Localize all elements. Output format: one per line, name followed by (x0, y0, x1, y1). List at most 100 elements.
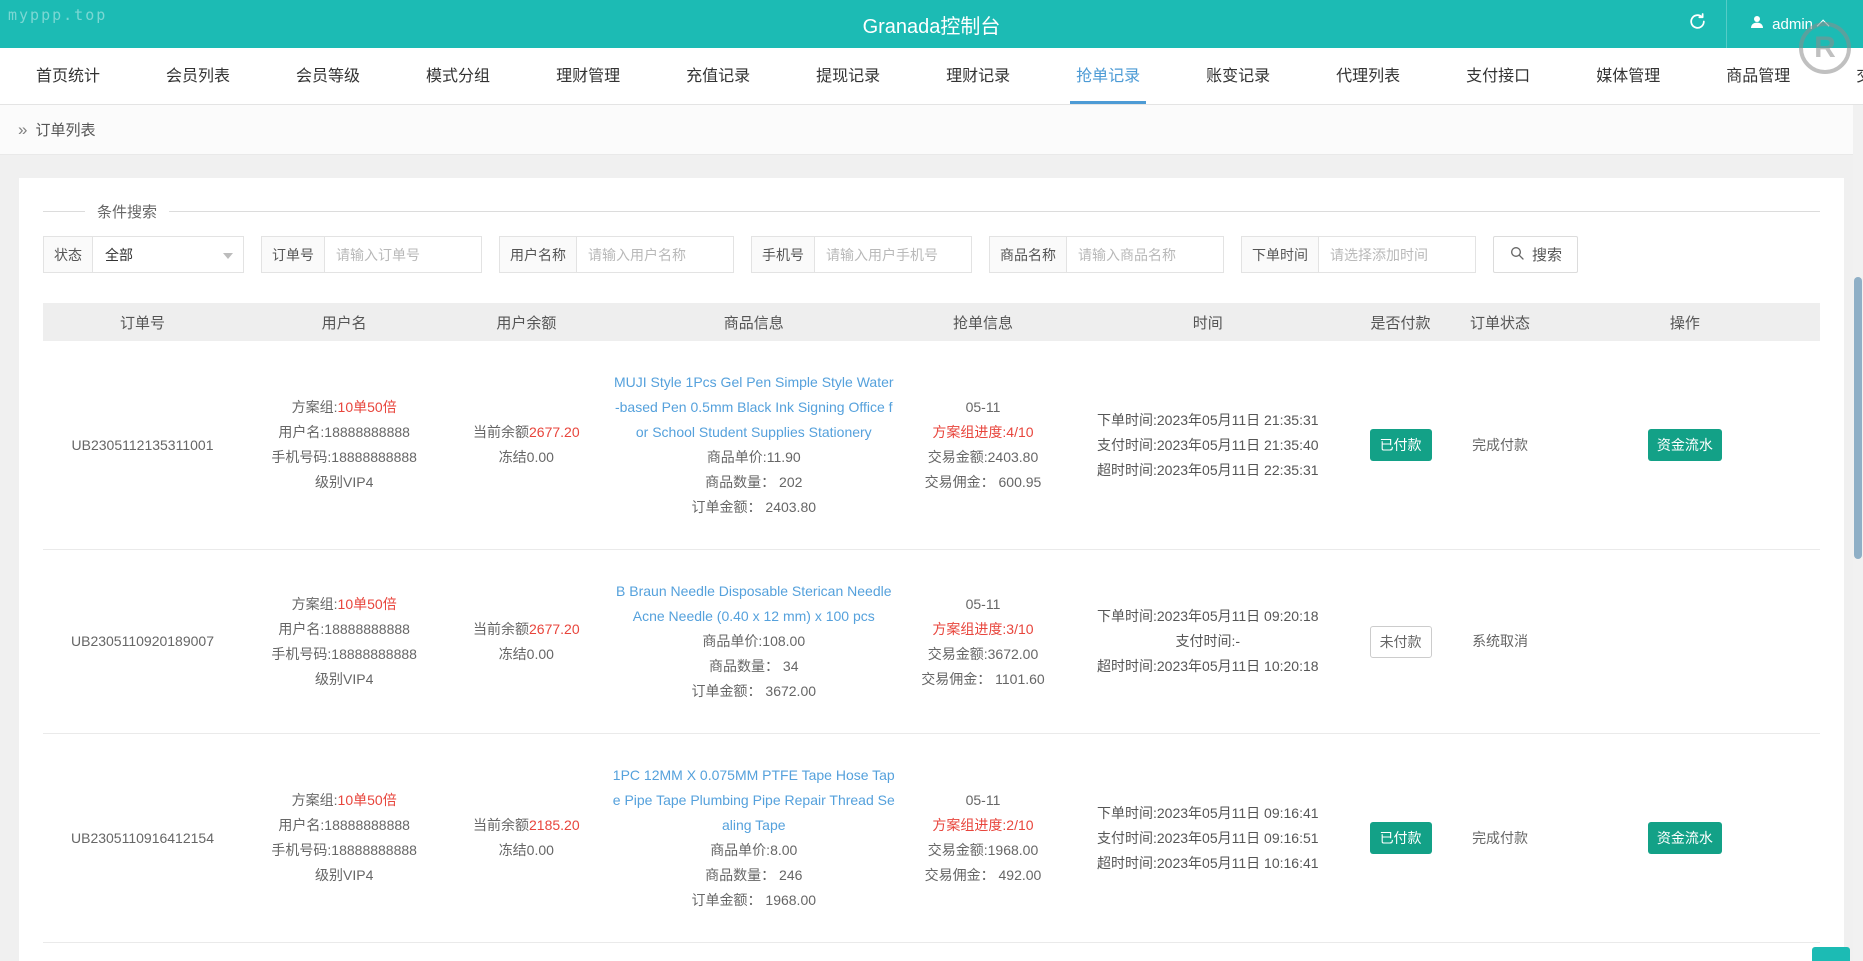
nav-item-3[interactable]: 会员等级 (286, 48, 370, 104)
balance-value: 2677.20 (529, 424, 580, 440)
order-status: 完成付款 (1456, 826, 1544, 851)
refresh-icon (1688, 12, 1707, 36)
back-to-top-button[interactable] (1812, 947, 1850, 961)
nav-item-9[interactable]: 抢单记录 (1066, 48, 1150, 104)
user-name-label: 用户名称 (499, 236, 577, 273)
table-row: UB2305110920189007方案组:10单50倍用户名:18888888… (43, 550, 1820, 734)
nav-item-14[interactable]: 商品管理 (1716, 48, 1800, 104)
plan-label: 方案组: (292, 792, 338, 808)
phone-label: 手机号 (751, 236, 815, 273)
breadcrumb: » 订单列表 (0, 105, 1863, 155)
product-cell: MUJI Style 1Pcs Gel Pen Simple Style Wat… (606, 370, 901, 520)
order-time-label: 下单时间 (1241, 236, 1319, 273)
scrollbar-thumb[interactable] (1854, 277, 1862, 559)
user-icon (1749, 14, 1765, 34)
table-row: UB2305110916412154方案组:10单50倍用户名:18888888… (43, 734, 1820, 943)
balance-line: 当前余额2677.20 (452, 617, 600, 642)
product-name-label: 商品名称 (989, 236, 1067, 273)
order-table: 订单号用户名用户余额商品信息抢单信息时间是否付款订单状态操作 UB2305112… (43, 303, 1820, 961)
filter-legend: 条件搜索 (85, 201, 169, 222)
product-line: 订单金额： 2403.80 (612, 495, 895, 520)
phone-input[interactable] (814, 236, 972, 273)
order-no: UB2305110920189007 (49, 629, 236, 654)
product-name-link[interactable]: MUJI Style 1Pcs Gel Pen Simple Style Wat… (612, 370, 895, 445)
nav-item-1[interactable]: 首页统计 (26, 48, 110, 104)
user-line: 级别VIP4 (248, 863, 440, 888)
time-line: 超时时间:2023年05月11日 10:20:18 (1071, 654, 1345, 679)
product-name-link[interactable]: B Braun Needle Disposable Sterican Needl… (612, 579, 895, 629)
user-plan-line: 方案组:10单50倍 (248, 395, 440, 420)
user-cell: 方案组:10单50倍用户名:18888888888手机号码:1888888888… (242, 788, 446, 888)
registered-mark-watermark: R (1799, 22, 1851, 74)
user-plan-line: 方案组:10单50倍 (248, 788, 440, 813)
column-header: 商品信息 (606, 312, 901, 333)
nav-item-5[interactable]: 理财管理 (546, 48, 630, 104)
order-status-cell: 完成付款 (1450, 433, 1550, 458)
phone-filter-group: 手机号 (751, 236, 972, 273)
nav-item-8[interactable]: 理财记录 (936, 48, 1020, 104)
grab-line: 交易佣金： 1101.60 (907, 667, 1058, 692)
dropdown-caret-icon (223, 253, 233, 259)
product-name-filter-group: 商品名称 (989, 236, 1224, 273)
order-status: 系统取消 (1456, 629, 1544, 654)
nav-item-2[interactable]: 会员列表 (156, 48, 240, 104)
user-cell: 方案组:10单50倍用户名:18888888888手机号码:1888888888… (242, 395, 446, 495)
fieldset-border (43, 211, 1820, 212)
user-line: 手机号码:18888888888 (248, 838, 440, 863)
product-cell: 1PC 12MM X 0.075MM PTFE Tape Hose Tape P… (606, 763, 901, 913)
nav-item-7[interactable]: 提现记录 (806, 48, 890, 104)
nav-item-10[interactable]: 账变记录 (1196, 48, 1280, 104)
paid-cell: 已付款 (1351, 429, 1451, 461)
nav-item-6[interactable]: 充值记录 (676, 48, 760, 104)
order-status-cell: 完成付款 (1450, 826, 1550, 851)
plan-label: 方案组: (292, 596, 338, 612)
product-line: 商品数量： 34 (612, 654, 895, 679)
time-line: 支付时间:2023年05月11日 09:16:51 (1071, 826, 1345, 851)
nav-item-13[interactable]: 媒体管理 (1586, 48, 1670, 104)
filter-fields: 订单号用户名称手机号商品名称下单时间 (261, 236, 1476, 273)
balance-cell: 当前余额2677.20冻结0.00 (446, 617, 606, 667)
balance-value: 2185.20 (529, 817, 580, 833)
balance-label: 当前余额 (473, 621, 529, 637)
product-line: 订单金额： 1968.00 (612, 888, 895, 913)
product-line: 商品数量： 246 (612, 863, 895, 888)
nav-item-4[interactable]: 模式分组 (416, 48, 500, 104)
user-name-filter-group: 用户名称 (499, 236, 734, 273)
product-line: 商品单价:8.00 (612, 838, 895, 863)
time-line: 下单时间:2023年05月11日 21:35:31 (1071, 408, 1345, 433)
balance-label: 当前余额 (473, 424, 529, 440)
refresh-button[interactable] (1668, 0, 1726, 48)
grab-line: 交易金额:1968.00 (907, 838, 1058, 863)
fund-flow-button[interactable]: 资金流水 (1648, 822, 1722, 854)
table-header-row: 订单号用户名用户余额商品信息抢单信息时间是否付款订单状态操作 (43, 303, 1820, 341)
product-name-input[interactable] (1066, 236, 1224, 273)
search-button-label: 搜索 (1532, 244, 1562, 265)
user-name-input[interactable] (576, 236, 734, 273)
order-no-input[interactable] (324, 236, 482, 273)
user-line: 用户名:18888888888 (248, 813, 440, 838)
product-name-link[interactable]: 1PC 12MM X 0.075MM PTFE Tape Hose Tape P… (612, 763, 895, 838)
status-select[interactable]: 全部 (92, 236, 244, 273)
top-header-bar: myppp.top Granada控制台 admin (0, 0, 1863, 48)
order-no-cell: UB2305110916412154 (43, 826, 242, 851)
plan-value: 10单50倍 (338, 399, 397, 415)
paid-status-badge: 已付款 (1370, 429, 1432, 461)
search-icon (1509, 245, 1525, 265)
order-no-cell: UB2305110920189007 (43, 629, 242, 654)
user-line: 用户名:18888888888 (248, 617, 440, 642)
balance-cell: 当前余额2185.20冻结0.00 (446, 813, 606, 863)
grab-line: 交易佣金： 492.00 (907, 863, 1058, 888)
grab-date: 05-11 (907, 592, 1058, 617)
order-time-input[interactable] (1318, 236, 1476, 273)
balance-line: 当前余额2185.20 (452, 813, 600, 838)
breadcrumb-arrows-icon: » (18, 120, 27, 140)
fund-flow-button[interactable]: 资金流水 (1648, 429, 1722, 461)
paid-status-badge: 未付款 (1370, 626, 1432, 658)
search-button[interactable]: 搜索 (1493, 236, 1578, 273)
time-cell: 下单时间:2023年05月11日 09:16:41支付时间:2023年05月11… (1065, 801, 1351, 876)
user-line: 级别VIP4 (248, 470, 440, 495)
plan-label: 方案组: (292, 399, 338, 415)
nav-item-12[interactable]: 支付接口 (1456, 48, 1540, 104)
nav-item-11[interactable]: 代理列表 (1326, 48, 1410, 104)
column-header: 时间 (1065, 312, 1351, 333)
